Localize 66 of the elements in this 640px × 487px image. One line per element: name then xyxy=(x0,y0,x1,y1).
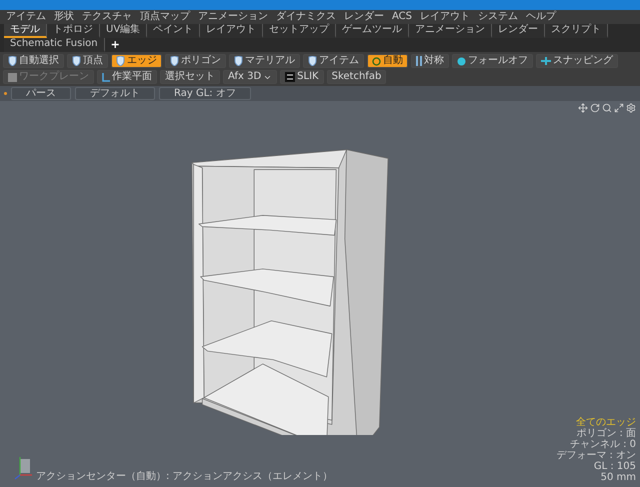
tool-button[interactable]: Afx 3D xyxy=(223,70,278,84)
menu-item[interactable]: アイテム xyxy=(6,11,46,23)
tool-button[interactable]: 作業平面 xyxy=(97,70,157,84)
viewport-option-button[interactable]: パース xyxy=(11,87,71,100)
dot-icon xyxy=(4,92,7,95)
mode-tab[interactable]: スクリプト xyxy=(545,24,608,38)
shield-icon xyxy=(8,56,17,66)
move-icon[interactable] xyxy=(578,103,588,113)
tool-button[interactable]: フォールオフ xyxy=(452,54,533,68)
info-line: ポリゴン : 面 xyxy=(576,428,636,439)
shield-icon xyxy=(116,56,125,66)
menu-item[interactable]: 形状 xyxy=(54,11,74,23)
mode-tab[interactable]: トポロジ xyxy=(47,24,100,38)
circle-icon xyxy=(457,56,466,66)
settings-icon[interactable] xyxy=(626,103,636,113)
menu-item[interactable]: ヘルプ xyxy=(526,11,556,23)
mode-tab[interactable]: レンダー xyxy=(492,24,546,38)
tool-button[interactable]: 自動選択 xyxy=(3,54,64,68)
menu-item[interactable]: ACS xyxy=(392,11,412,23)
menu-item[interactable]: レイアウト xyxy=(420,11,470,23)
info-line: チャンネル : 0 xyxy=(570,439,636,450)
mode-tab[interactable]: Schematic Fusion xyxy=(4,38,105,52)
target-icon xyxy=(372,56,381,66)
snap-icon xyxy=(541,57,551,65)
square-icon xyxy=(285,72,296,82)
info-line: GL : 105 xyxy=(594,461,636,472)
shield-icon xyxy=(72,56,81,66)
shield-icon xyxy=(308,56,317,66)
mode-tab[interactable]: ペイント xyxy=(147,24,200,38)
tool-button[interactable]: ポリゴン xyxy=(165,54,226,68)
tool-button[interactable]: 頂点 xyxy=(67,54,108,68)
mode-tab[interactable]: モデル xyxy=(4,24,47,38)
tool-button[interactable]: 自動 xyxy=(367,54,408,68)
menu-item[interactable]: ダイナミクス xyxy=(276,11,336,23)
maximize-icon[interactable] xyxy=(614,103,624,113)
corner-icon xyxy=(102,72,110,82)
tool-button[interactable]: 対称 xyxy=(411,54,449,68)
tool-button[interactable]: スナッピング xyxy=(536,54,618,68)
shield-icon xyxy=(170,56,179,66)
menu-item[interactable]: システム xyxy=(478,11,518,23)
info-title: 全てのエッジ xyxy=(576,417,636,428)
bars-icon xyxy=(416,56,422,66)
add-tab-button[interactable]: + xyxy=(104,38,126,52)
status-text: アクションセンター（自動）: アクションアクシス（エレメント） xyxy=(36,470,333,483)
tool-button[interactable]: 選択セット xyxy=(160,70,220,84)
mode-tab[interactable]: アニメーション xyxy=(409,24,492,38)
tool-button[interactable]: マテリアル xyxy=(229,54,300,68)
shield-icon xyxy=(234,56,243,66)
viewport-option-button[interactable]: Ray GL: オフ xyxy=(159,87,251,100)
rotate-icon[interactable] xyxy=(590,103,600,113)
viewport-option-button[interactable]: デフォルト xyxy=(75,87,155,100)
tool-button[interactable]: Sketchfab xyxy=(326,70,386,84)
menu-item[interactable]: アニメーション xyxy=(198,11,268,23)
menu-item[interactable]: レンダー xyxy=(344,11,384,23)
tool-button[interactable]: エッジ xyxy=(111,54,162,68)
mode-tab[interactable]: ゲームツール xyxy=(336,24,410,38)
info-line: デフォーマ : オン xyxy=(556,450,636,461)
menu-item[interactable]: テクスチャ xyxy=(82,11,132,23)
mode-tab[interactable]: セットアップ xyxy=(263,24,336,38)
mode-tab[interactable]: UV編集 xyxy=(100,24,148,38)
tool-button[interactable]: アイテム xyxy=(303,54,364,68)
info-line: 50 mm xyxy=(600,472,636,483)
mode-tab[interactable]: レイアウト xyxy=(200,24,264,38)
search-icon[interactable] xyxy=(602,103,612,113)
tool-button[interactable]: SLIK xyxy=(280,70,324,84)
menu-item[interactable]: 頂点マップ xyxy=(140,11,190,23)
